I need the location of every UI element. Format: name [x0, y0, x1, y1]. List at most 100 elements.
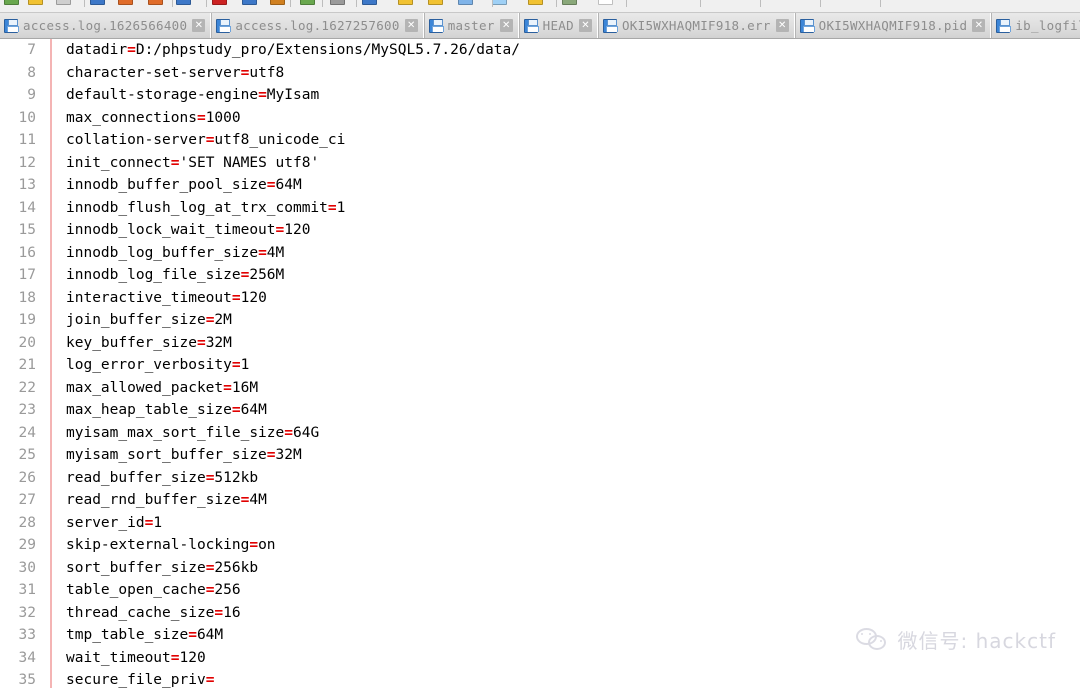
fold-margin[interactable] — [42, 309, 59, 332]
tab-ib-logfile1[interactable]: ib_logfile1✕ — [991, 13, 1080, 38]
fold-margin[interactable] — [42, 422, 59, 445]
fold-margin[interactable] — [42, 197, 59, 220]
tab-close-icon[interactable]: ✕ — [192, 19, 205, 32]
fold-margin[interactable] — [42, 354, 59, 377]
code-line[interactable]: 33tmp_table_size=64M — [0, 624, 1080, 647]
code-line[interactable]: 11collation-server=utf8_unicode_ci — [0, 129, 1080, 152]
fold-margin[interactable] — [42, 129, 59, 152]
fold-margin[interactable] — [42, 467, 59, 490]
save-all-icon[interactable] — [90, 0, 105, 5]
code-text[interactable]: log_error_verbosity=1 — [59, 354, 1080, 377]
code-line[interactable]: 15innodb_lock_wait_timeout=120 — [0, 219, 1080, 242]
code-text[interactable]: collation-server=utf8_unicode_ci — [59, 129, 1080, 152]
fold-margin[interactable] — [42, 557, 59, 580]
sync-scroll-icon[interactable] — [492, 0, 507, 5]
tab-close-icon[interactable]: ✕ — [972, 19, 985, 32]
fold-margin[interactable] — [42, 287, 59, 310]
tab-access-log-1626566400[interactable]: access.log.1626566400✕ — [0, 13, 211, 38]
code-text[interactable]: skip-external-locking=on — [59, 534, 1080, 557]
code-line[interactable]: 28server_id=1 — [0, 512, 1080, 535]
code-text[interactable]: secure_file_priv= — [59, 669, 1080, 688]
zoom-out-icon[interactable] — [458, 0, 473, 5]
fold-margin[interactable] — [42, 39, 59, 62]
code-line[interactable]: 17innodb_log_file_size=256M — [0, 264, 1080, 287]
tab-oki5wxhaqmif918-pid[interactable]: OKI5WXHAQMIF918.pid✕ — [795, 13, 992, 38]
fold-margin[interactable] — [42, 579, 59, 602]
code-text[interactable]: thread_cache_size=16 — [59, 602, 1080, 625]
replace-icon[interactable] — [398, 0, 413, 5]
fold-margin[interactable] — [42, 602, 59, 625]
tab-bar[interactable]: access.log.1626566400✕access.log.1627257… — [0, 13, 1080, 39]
code-text[interactable]: character-set-server=utf8 — [59, 62, 1080, 85]
code-text[interactable]: read_buffer_size=512kb — [59, 467, 1080, 490]
save-icon[interactable] — [56, 0, 71, 5]
code-text[interactable]: wait_timeout=120 — [59, 647, 1080, 670]
code-line[interactable]: 20key_buffer_size=32M — [0, 332, 1080, 355]
paste-icon[interactable] — [270, 0, 285, 5]
redo-icon[interactable] — [330, 0, 345, 5]
fold-margin[interactable] — [42, 489, 59, 512]
fold-margin[interactable] — [42, 242, 59, 265]
code-line[interactable]: 13innodb_buffer_pool_size=64M — [0, 174, 1080, 197]
close-icon[interactable] — [118, 0, 133, 5]
code-line[interactable]: 22max_allowed_packet=16M — [0, 377, 1080, 400]
fold-margin[interactable] — [42, 332, 59, 355]
code-line[interactable]: 10max_connections=1000 — [0, 107, 1080, 130]
fold-margin[interactable] — [42, 512, 59, 535]
code-text[interactable]: innodb_flush_log_at_trx_commit=1 — [59, 197, 1080, 220]
code-line[interactable]: 7datadir=D:/phpstudy_pro/Extensions/MySQ… — [0, 39, 1080, 62]
editor-area[interactable]: 7datadir=D:/phpstudy_pro/Extensions/MySQ… — [0, 39, 1080, 688]
code-line[interactable]: 14innodb_flush_log_at_trx_commit=1 — [0, 197, 1080, 220]
code-text[interactable]: join_buffer_size=2M — [59, 309, 1080, 332]
new-file-icon[interactable] — [4, 0, 19, 5]
code-line[interactable]: 27read_rnd_buffer_size=4M — [0, 489, 1080, 512]
code-line[interactable]: 24myisam_max_sort_file_size=64G — [0, 422, 1080, 445]
code-line[interactable]: 35secure_file_priv= — [0, 669, 1080, 688]
code-text[interactable]: table_open_cache=256 — [59, 579, 1080, 602]
tab-head[interactable]: HEAD✕ — [519, 13, 598, 38]
code-line[interactable]: 8character-set-server=utf8 — [0, 62, 1080, 85]
code-line[interactable]: 16innodb_log_buffer_size=4M — [0, 242, 1080, 265]
code-text[interactable]: myisam_sort_buffer_size=32M — [59, 444, 1080, 467]
tab-close-icon[interactable]: ✕ — [776, 19, 789, 32]
code-line[interactable]: 18interactive_timeout=120 — [0, 287, 1080, 310]
code-line[interactable]: 19join_buffer_size=2M — [0, 309, 1080, 332]
fold-margin[interactable] — [42, 219, 59, 242]
fold-margin[interactable] — [42, 534, 59, 557]
cut-icon[interactable] — [212, 0, 227, 5]
code-line[interactable]: 29skip-external-locking=on — [0, 534, 1080, 557]
fold-margin[interactable] — [42, 444, 59, 467]
code-text[interactable]: sort_buffer_size=256kb — [59, 557, 1080, 580]
code-text[interactable]: server_id=1 — [59, 512, 1080, 535]
code-line[interactable]: 32thread_cache_size=16 — [0, 602, 1080, 625]
macro-record-icon[interactable] — [598, 0, 613, 5]
code-text[interactable]: innodb_log_buffer_size=4M — [59, 242, 1080, 265]
code-line[interactable]: 30sort_buffer_size=256kb — [0, 557, 1080, 580]
word-wrap-icon[interactable] — [528, 0, 543, 5]
open-folder-icon[interactable] — [28, 0, 43, 5]
tab-close-icon[interactable]: ✕ — [579, 19, 592, 32]
code-text[interactable]: innodb_buffer_pool_size=64M — [59, 174, 1080, 197]
code-line[interactable]: 9default-storage-engine=MyIsam — [0, 84, 1080, 107]
code-text[interactable]: tmp_table_size=64M — [59, 624, 1080, 647]
code-line[interactable]: 31table_open_cache=256 — [0, 579, 1080, 602]
code-text[interactable]: innodb_lock_wait_timeout=120 — [59, 219, 1080, 242]
code-text[interactable]: init_connect='SET NAMES utf8' — [59, 152, 1080, 175]
code-text[interactable]: max_heap_table_size=64M — [59, 399, 1080, 422]
code-text[interactable]: datadir=D:/phpstudy_pro/Extensions/MySQL… — [59, 39, 1080, 62]
code-text[interactable]: key_buffer_size=32M — [59, 332, 1080, 355]
fold-margin[interactable] — [42, 84, 59, 107]
print-icon[interactable] — [176, 0, 191, 5]
code-text[interactable]: myisam_max_sort_file_size=64G — [59, 422, 1080, 445]
fold-margin[interactable] — [42, 62, 59, 85]
code-line[interactable]: 34wait_timeout=120 — [0, 647, 1080, 670]
find-icon[interactable] — [362, 0, 377, 5]
fold-margin[interactable] — [42, 647, 59, 670]
tab-oki5wxhaqmif918-err[interactable]: OKI5WXHAQMIF918.err✕ — [598, 13, 795, 38]
code-text[interactable]: read_rnd_buffer_size=4M — [59, 489, 1080, 512]
close-all-icon[interactable] — [148, 0, 163, 5]
show-symbol-icon[interactable] — [562, 0, 577, 5]
undo-icon[interactable] — [300, 0, 315, 5]
fold-margin[interactable] — [42, 377, 59, 400]
fold-margin[interactable] — [42, 174, 59, 197]
